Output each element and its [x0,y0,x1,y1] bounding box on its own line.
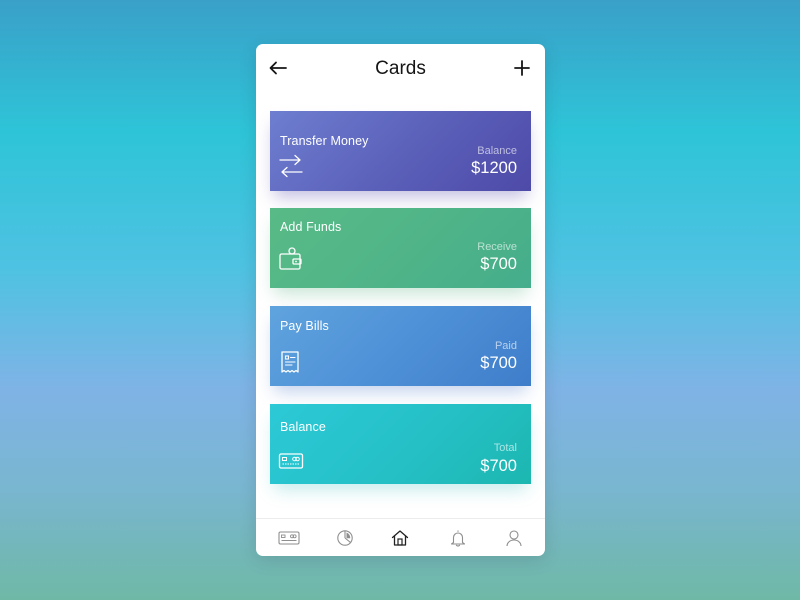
bottom-tab-bar [256,518,545,556]
card-amount: $700 [480,255,517,273]
card-caption: Total [493,442,517,454]
card-label: Pay Bills [280,319,329,333]
add-funds-card[interactable]: Add Funds Receive $700 [270,208,531,288]
bell-icon [450,530,466,547]
tab-cards[interactable] [278,528,300,548]
card-label: Transfer Money [280,134,369,148]
credit-card-icon [278,531,300,545]
tab-stats[interactable] [334,528,356,548]
tab-profile[interactable] [503,528,525,548]
card-label: Balance [280,420,326,434]
home-icon [391,530,409,546]
page-title: Cards [375,58,426,79]
card-caption: Receive [477,241,517,253]
add-card-button[interactable] [510,56,534,80]
card-caption: Paid [494,340,517,352]
balance-card[interactable]: Balance Total $700 [270,404,531,484]
card-amount: $700 [480,354,517,372]
user-icon [506,530,522,547]
receipt-icon [281,351,299,373]
plus-icon [514,60,530,76]
transfer-arrows-icon [279,154,303,178]
credit-card-icon [278,453,304,469]
pie-chart-icon [337,530,353,546]
card-amount: $1200 [471,159,517,177]
tab-home[interactable] [389,528,411,548]
transfer-money-card[interactable]: Transfer Money Balance $1200 [270,111,531,191]
phone-screen: Cards Transfer Money Balance $1200 Add F… [256,44,545,556]
card-amount: $700 [480,457,517,475]
card-caption: Balance [477,145,517,157]
tab-notifications[interactable] [447,528,469,548]
card-label: Add Funds [280,220,342,234]
wallet-icon [279,247,302,270]
pay-bills-card[interactable]: Pay Bills Paid $700 [270,306,531,386]
app-header: Cards [256,44,545,94]
